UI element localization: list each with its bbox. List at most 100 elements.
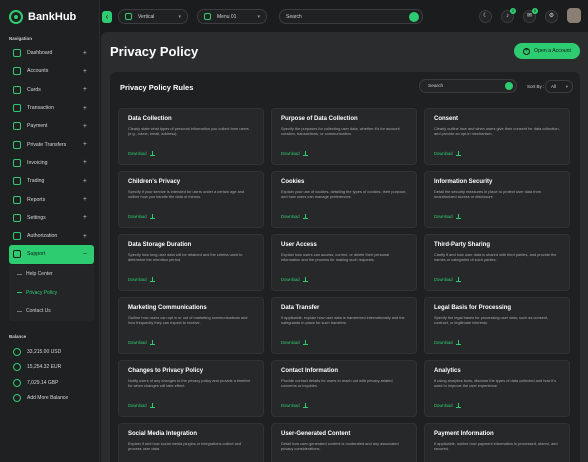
download-button[interactable]: Download (128, 340, 155, 345)
theme-toggle-icon[interactable]: ☾ (479, 10, 492, 23)
balance-eur[interactable]: 15,254.32 EUR (9, 360, 94, 376)
download-icon (149, 277, 155, 282)
download-button[interactable]: Download (128, 277, 155, 282)
messages-icon[interactable]: ✉ 5 (523, 8, 538, 23)
sidebar-item-trading[interactable]: Trading + (9, 172, 94, 190)
download-button[interactable]: Download (434, 340, 461, 345)
policy-card[interactable]: User Access Explain how users can access,… (271, 234, 417, 291)
menu-select[interactable]: Menu 01 ▾ (197, 9, 267, 24)
download-button[interactable]: Download (434, 277, 461, 282)
collapse-sidebar-button[interactable]: ‹ (102, 11, 112, 23)
card-description: Explain your use of cookies, detailing t… (281, 189, 407, 200)
expand-icon[interactable]: + (83, 233, 87, 240)
sort-label: Sort By : (527, 84, 545, 89)
sidebar-item-contact-us[interactable]: Contact Us (9, 302, 94, 321)
expand-icon[interactable]: + (83, 178, 87, 185)
trading-icon (13, 177, 21, 186)
policy-card[interactable]: User-Generated Content Detail how user-ge… (271, 423, 417, 462)
sidebar-item-help-center[interactable]: Help Center (9, 265, 94, 284)
expand-icon[interactable]: + (83, 196, 87, 203)
download-button[interactable]: Download (434, 403, 461, 408)
download-button[interactable]: Download (281, 403, 308, 408)
card-title: Contact Information (281, 368, 338, 374)
policy-card[interactable]: Information Security Detail the security … (424, 171, 570, 228)
policy-card[interactable]: Data Storage Duration Specify how long us… (118, 234, 264, 291)
download-button[interactable]: Download (281, 214, 308, 219)
policy-card[interactable]: Changes to Privacy Policy Notify users of… (118, 360, 264, 417)
expand-icon[interactable]: + (83, 141, 87, 148)
sidebar-item-privacy-policy[interactable]: Privacy Policy (9, 284, 94, 303)
sidebar-item-invoicing[interactable]: Invoicing + (9, 154, 94, 172)
search-icon[interactable] (505, 82, 513, 90)
download-icon (455, 214, 461, 219)
sort-select[interactable]: All ▾ (545, 80, 573, 93)
main-content: Privacy Policy + Open a Account Privacy … (101, 32, 588, 462)
sidebar-item-reports[interactable]: Reports + (9, 190, 94, 208)
sidebar-item-private-transfers[interactable]: Private Transfers + (9, 135, 94, 153)
balance-usd[interactable]: 33,215.00 USD (9, 344, 94, 360)
balance-heading: Balance (9, 334, 27, 339)
sidebar-item-cards[interactable]: Cards + (9, 81, 94, 99)
settings-gear-icon[interactable]: ⚙ (545, 10, 558, 23)
sidebar-item-transaction[interactable]: Transaction + (9, 99, 94, 117)
policy-card[interactable]: Data Collection Clearly state what types … (118, 108, 264, 165)
expand-icon[interactable]: + (83, 105, 87, 112)
expand-icon[interactable]: + (83, 86, 87, 93)
download-button[interactable]: Download (281, 277, 308, 282)
support-icon (13, 250, 21, 259)
sidebar-item-dashboard[interactable]: Dashboard + (9, 44, 94, 62)
sidebar-item-support[interactable]: Support − (9, 245, 94, 264)
sidebar-item-settings[interactable]: Settings + (9, 209, 94, 227)
card-description: Detail how user-generated content is mod… (281, 441, 399, 452)
card-title: Purpose of Data Collection (281, 116, 358, 122)
policy-card[interactable]: Purpose of Data Collection Specify the pu… (271, 108, 417, 165)
nav-heading: Navigation (9, 36, 33, 41)
download-icon (302, 151, 308, 156)
download-button[interactable]: Download (128, 214, 155, 219)
policy-card[interactable]: Marketing Communications Outline how user… (118, 297, 264, 354)
expand-icon[interactable]: + (83, 50, 87, 57)
sidebar-item-payment[interactable]: Payment + (9, 117, 94, 135)
download-button[interactable]: Download (281, 340, 308, 345)
download-icon (149, 214, 155, 219)
open-account-button[interactable]: + Open a Account (514, 43, 580, 59)
top-search-input[interactable]: Search (279, 9, 423, 24)
search-icon[interactable] (409, 12, 419, 22)
bankhub-logo-icon (9, 10, 23, 24)
download-button[interactable]: Download (434, 151, 461, 156)
sidebar-item-authorization[interactable]: Authorization + (9, 227, 94, 245)
policy-card[interactable]: Data Transfer If applicable, explain how … (271, 297, 417, 354)
brand[interactable]: BankHub (9, 9, 76, 25)
rules-search-input[interactable]: Search (419, 79, 517, 93)
download-button[interactable]: Download (128, 151, 155, 156)
download-icon (302, 214, 308, 219)
expand-icon[interactable]: + (83, 68, 87, 75)
policy-card[interactable]: Social Media Integration Explain if and h… (118, 423, 264, 462)
download-button[interactable]: Download (434, 214, 461, 219)
download-button[interactable]: Download (281, 151, 308, 156)
sidebar-item-accounts[interactable]: Accounts + (9, 62, 94, 80)
policy-card[interactable]: Payment Information If applicable, outlin… (424, 423, 570, 462)
policy-card[interactable]: Children's Privacy Specify if your servic… (118, 171, 264, 228)
policy-card[interactable]: Legal Basis for Processing Specify the le… (424, 297, 570, 354)
policy-card[interactable]: Cookies Explain your use of cookies, deta… (271, 171, 417, 228)
settings-icon (13, 213, 21, 222)
notifications-icon[interactable]: ♪ 2 (501, 8, 516, 23)
expand-icon[interactable]: + (83, 214, 87, 221)
download-button[interactable]: Download (128, 403, 155, 408)
collapse-icon[interactable]: − (83, 251, 87, 258)
layout-select[interactable]: Vertical ▾ (118, 9, 188, 24)
policy-card[interactable]: Analytics If using analytics tools, discl… (424, 360, 570, 417)
avatar[interactable] (567, 8, 581, 23)
policy-card[interactable]: Consent Clearly outline how and when user… (424, 108, 570, 165)
expand-icon[interactable]: + (83, 159, 87, 166)
policy-card[interactable]: Contact Information Provide contact detai… (271, 360, 417, 417)
balance-gbp[interactable]: 7,029.14 GBP (9, 375, 94, 391)
add-balance-button[interactable]: Add More Balance (9, 391, 94, 407)
chevron-down-icon: ▾ (565, 83, 568, 89)
policy-card[interactable]: Third-Party Sharing Clarify if and how us… (424, 234, 570, 291)
invoice-icon (13, 158, 21, 167)
card-description: Explain how users can access, correct, o… (281, 252, 390, 263)
expand-icon[interactable]: + (83, 123, 87, 130)
transfer-icon (13, 140, 21, 149)
